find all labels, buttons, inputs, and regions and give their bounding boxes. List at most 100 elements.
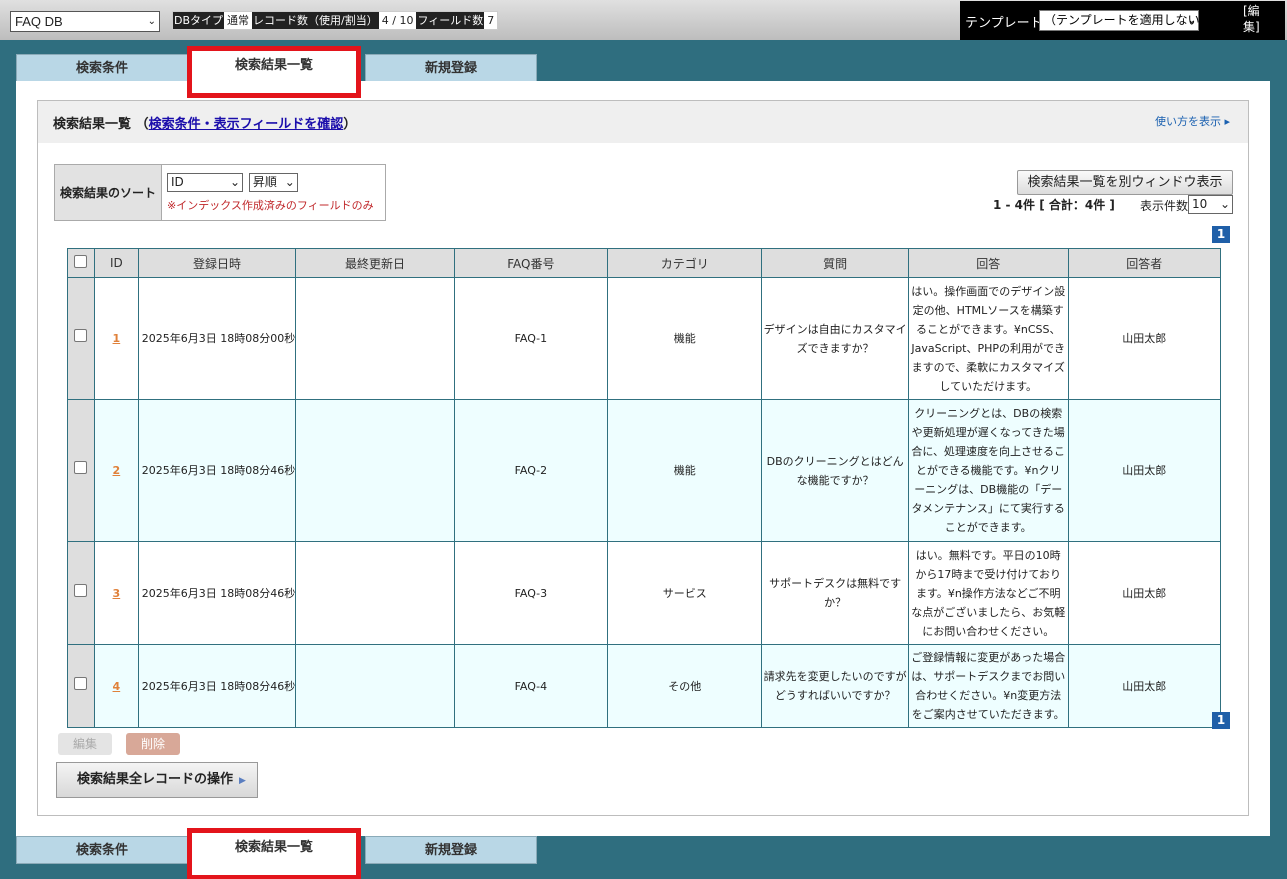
- record-count-label: レコード数（使用/割当）: [252, 12, 379, 29]
- sort-order-value: 昇順: [252, 175, 277, 189]
- field-count-label: フィールド数: [416, 12, 485, 29]
- faq-no-cell: FAQ-4: [453, 644, 609, 728]
- question-cell: サポートデスクは無料ですか？: [761, 541, 909, 645]
- category-cell: 機能: [607, 277, 763, 400]
- registered-cell: 2025年6月3日 18時08分46秒: [137, 644, 297, 728]
- sort-box: 検索結果のソート ID ⌄ 昇順 ⌄ ※インデックス作成済みのフィールドのみ: [54, 164, 386, 221]
- faq-no-cell: FAQ-2: [453, 399, 609, 542]
- question-cell: デザインは自由にカスタマイズできますか？: [761, 277, 909, 400]
- results-header: 検索結果一覧 （検索条件・表示フィールドを確認） 使い方を表示 ▸: [38, 101, 1248, 143]
- select-all-checkbox[interactable]: [74, 255, 88, 268]
- row-select-cell: [67, 541, 95, 645]
- open-window-button[interactable]: 検索結果一覧を別ウィンドウ表示: [1017, 170, 1233, 195]
- show-conditions-link[interactable]: 検索条件・表示フィールドを確認: [149, 117, 344, 132]
- updated-cell: [295, 644, 455, 728]
- template-edit-link[interactable]: [編集]: [1243, 3, 1263, 35]
- updated-cell: [295, 277, 455, 400]
- row-select-cell: [67, 277, 95, 400]
- result-count: 1 - 4件 [ 合計：4件 ]: [993, 198, 1115, 212]
- close-paren: ）: [343, 117, 357, 132]
- faq-no-cell: FAQ-1: [453, 277, 609, 400]
- top-bar: FAQ DB ⌄ DBタイプ 通常 レコード数（使用/割当） 4 / 10 フィー…: [0, 0, 1287, 40]
- sort-order-select[interactable]: 昇順 ⌄: [248, 173, 298, 192]
- tab-bar-bottom: 検索条件 検索結果一覧 新規登録: [16, 828, 537, 879]
- pager-top-page[interactable]: 1: [1212, 226, 1230, 243]
- record-id-link[interactable]: 1: [113, 332, 121, 345]
- registered-cell: 2025年6月3日 18時08分46秒: [137, 399, 297, 542]
- all-records-operations-button[interactable]: 検索結果全レコードの操作 ▶: [56, 762, 258, 798]
- tab-new-record[interactable]: 新規登録: [365, 54, 537, 82]
- category-cell: その他: [607, 644, 763, 728]
- all-records-operations-label: 検索結果全レコードの操作: [77, 772, 234, 787]
- results-section: 検索結果一覧 （検索条件・表示フィールドを確認） 使い方を表示 ▸ 検索結果のソ…: [37, 100, 1249, 816]
- per-page-select[interactable]: 10 ⌄: [1188, 195, 1233, 214]
- tab-search-results[interactable]: 検索結果一覧: [187, 828, 361, 879]
- column-header[interactable]: 質問: [761, 248, 909, 278]
- record-id-link[interactable]: 3: [113, 587, 121, 600]
- category-cell: サービス: [607, 541, 763, 645]
- chevron-down-icon: ⌄: [1219, 197, 1230, 211]
- category-cell: 機能: [607, 399, 763, 542]
- row-checkbox[interactable]: [74, 676, 88, 690]
- registered-cell: 2025年6月3日 18時08分00秒: [137, 277, 297, 400]
- id-cell: 4: [93, 644, 139, 728]
- column-header[interactable]: 最終更新日: [295, 248, 455, 278]
- results-title: 検索結果一覧: [53, 117, 132, 132]
- triangle-right-icon: ▶: [239, 776, 246, 786]
- tab-search-results[interactable]: 検索結果一覧: [187, 46, 361, 98]
- record-id-link[interactable]: 2: [113, 464, 121, 477]
- db-select[interactable]: FAQ DB ⌄: [10, 11, 160, 32]
- sort-field-value: ID: [171, 175, 184, 189]
- sort-field-select[interactable]: ID ⌄: [167, 173, 243, 192]
- responder-cell: 山田太郎: [1067, 399, 1222, 542]
- question-cell: DBのクリーニングとはどんな機能ですか？: [761, 399, 909, 542]
- open-paren: （: [135, 117, 149, 132]
- table-row: 3 2025年6月3日 18時08分46秒 FAQ-3 サービス サポートデスク…: [67, 541, 1222, 645]
- faq-no-cell: FAQ-3: [453, 541, 609, 645]
- table-header-row: ID 登録日時 最終更新日 FAQ番号 カテゴリ 質問 回答 回答者: [67, 248, 1222, 278]
- column-header[interactable]: 登録日時: [137, 248, 297, 278]
- chevron-down-icon: ⌄: [147, 16, 156, 27]
- tab-search-conditions[interactable]: 検索条件: [16, 836, 188, 864]
- column-header[interactable]: 回答者: [1067, 248, 1222, 278]
- edit-button[interactable]: 編集: [58, 733, 112, 755]
- db-select-value: FAQ DB: [15, 14, 63, 29]
- template-box: テンプレート （テンプレートを適用しない） ⌄ [編集]: [960, 1, 1285, 40]
- per-page-value: 10: [1192, 197, 1208, 211]
- howto-link[interactable]: 使い方を表示 ▸: [1155, 113, 1230, 129]
- sort-label: 検索結果のソート: [55, 165, 162, 220]
- column-header[interactable]: ID: [93, 248, 139, 278]
- id-cell: 2: [93, 399, 139, 542]
- updated-cell: [295, 541, 455, 645]
- tab-new-record[interactable]: 新規登録: [365, 836, 537, 864]
- per-page-label: 表示件数: [1140, 199, 1189, 213]
- column-header[interactable]: カテゴリ: [607, 248, 763, 278]
- column-header[interactable]: 回答: [907, 248, 1069, 278]
- row-checkbox[interactable]: [74, 583, 88, 597]
- template-select[interactable]: （テンプレートを適用しない） ⌄: [1039, 10, 1212, 31]
- sort-controls: ID ⌄ 昇順 ⌄ ※インデックス作成済みのフィールドのみ: [162, 165, 379, 220]
- field-count-value: 7: [487, 14, 495, 27]
- registered-cell: 2025年6月3日 18時08分46秒: [137, 541, 297, 645]
- answer-cell: ご登録情報に変更があった場合は、サポートデスクまでお問い合わせください。¥n変更…: [907, 644, 1069, 728]
- chevron-down-icon: ⌄: [284, 175, 295, 189]
- row-checkbox[interactable]: [74, 461, 88, 474]
- chevron-down-icon: ⌄: [1187, 15, 1196, 26]
- sort-note: ※インデックス作成済みのフィールドのみ: [167, 199, 374, 212]
- pager-bottom-page[interactable]: 1: [1212, 712, 1230, 729]
- template-label: テンプレート: [965, 16, 1043, 31]
- db-type-value: 通常: [227, 14, 250, 27]
- column-header[interactable]: FAQ番号: [453, 248, 609, 278]
- responder-cell: 山田太郎: [1067, 644, 1222, 728]
- select-all-cell: [67, 248, 95, 278]
- db-type-label: DBタイプ: [173, 12, 225, 29]
- record-id-link[interactable]: 4: [113, 680, 121, 693]
- row-checkbox[interactable]: [74, 329, 88, 342]
- question-cell: 請求先を変更したいのですがどうすればいいですか？: [761, 644, 909, 728]
- id-cell: 1: [93, 277, 139, 400]
- tab-search-conditions[interactable]: 検索条件: [16, 54, 188, 82]
- chevron-down-icon: ⌄: [229, 175, 240, 189]
- table-row: 1 2025年6月3日 18時08分00秒 FAQ-1 機能 デザインは自由にカ…: [67, 277, 1222, 400]
- delete-button[interactable]: 削除: [126, 733, 180, 755]
- template-select-value: （テンプレートを適用しない）: [1044, 13, 1212, 27]
